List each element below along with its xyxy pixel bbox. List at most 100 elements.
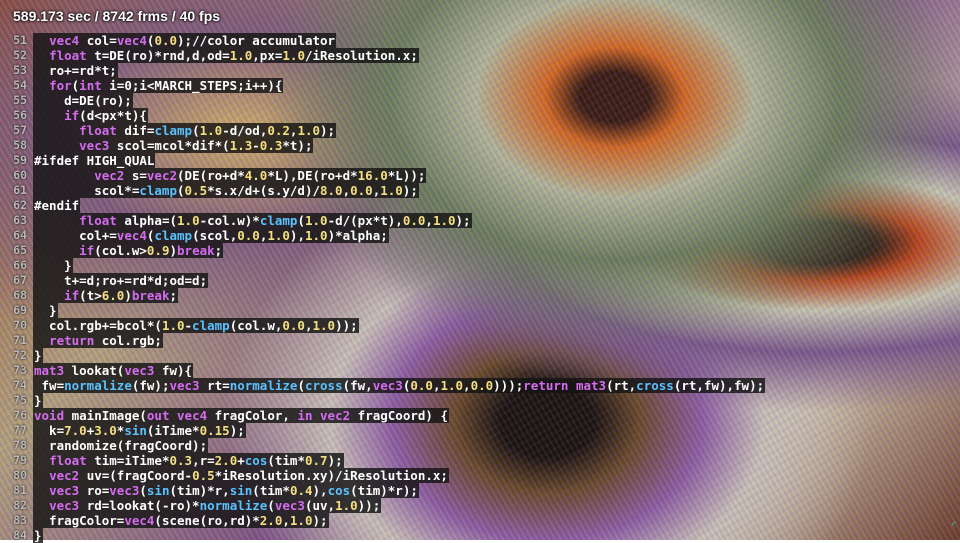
code-text[interactable]: col.rgb+=bcol*(1.0-clamp(col.w,0.0,1.0))… — [33, 318, 359, 333]
line-number: 56 — [13, 108, 27, 122]
resize-icon[interactable]: ◜ — [952, 519, 956, 532]
code-line[interactable]: 51 vec4 col=vec4(0.0);//color accumulato… — [0, 33, 960, 48]
line-number: 79 — [13, 453, 27, 467]
code-line[interactable]: 73 mat3 lookat(vec3 fw){ — [0, 363, 960, 378]
code-text[interactable]: fragColor=vec4(scene(ro,rd)*2.0,1.0); — [33, 513, 329, 528]
line-number: 71 — [13, 333, 27, 347]
code-text[interactable]: float alpha=(1.0-col.w)*clamp(1.0-d/(px*… — [33, 213, 472, 228]
frame-stats: 589.173 sec / 8742 frms / 40 fps — [13, 8, 221, 24]
code-text[interactable]: vec2 s=vec2(DE(ro+d*4.0*L),DE(ro+d*16.0*… — [33, 168, 427, 183]
code-text[interactable]: } — [33, 528, 43, 543]
code-line[interactable]: 64 col+=vec4(clamp(scol,0.0,1.0),1.0)*al… — [0, 228, 960, 243]
code-line[interactable]: 52 float t=DE(ro)*rnd,d,od=1.0,px=1.0/iR… — [0, 48, 960, 63]
code-text[interactable]: vec3 rd=lookat(-ro)*normalize(vec3(uv,1.… — [33, 498, 382, 513]
code-line[interactable]: 68 if(t>6.0)break; — [0, 288, 960, 303]
code-line[interactable]: 82 vec3 rd=lookat(-ro)*normalize(vec3(uv… — [0, 498, 960, 513]
code-line[interactable]: 69 } — [0, 303, 960, 318]
code-line[interactable]: 57 float dif=clamp(1.0-d/od,0.2,1.0); — [0, 123, 960, 138]
code-text[interactable]: if(t>6.0)break; — [33, 288, 179, 303]
code-text[interactable]: mat3 lookat(vec3 fw){ — [33, 363, 194, 378]
code-text[interactable]: float dif=clamp(1.0-d/od,0.2,1.0); — [33, 123, 337, 138]
line-number: 80 — [13, 468, 27, 482]
code-text[interactable]: #endif — [33, 198, 81, 213]
line-number: 82 — [13, 498, 27, 512]
code-line[interactable]: 84} — [0, 528, 960, 543]
code-line[interactable]: 78 randomize(fragCoord); — [0, 438, 960, 453]
code-line[interactable]: 61 scol*=clamp(0.5*s.x/d+(s.y/d)/8.0,0.0… — [0, 183, 960, 198]
line-number: 84 — [13, 528, 27, 542]
code-line[interactable]: 75} — [0, 393, 960, 408]
code-line[interactable]: 70 col.rgb+=bcol*(1.0-clamp(col.w,0.0,1.… — [0, 318, 960, 333]
line-number: 61 — [13, 183, 27, 197]
stats-bar: 589.173 sec / 8742 frms / 40 fps — [0, 0, 960, 34]
code-text[interactable]: for(int i=0;i<MARCH_STEPS;i++){ — [33, 78, 284, 93]
code-line[interactable]: 83 fragColor=vec4(scene(ro,rd)*2.0,1.0); — [0, 513, 960, 528]
code-text[interactable]: vec3 ro=vec3(sin(tim)*r,sin(tim*0.4),cos… — [33, 483, 419, 498]
code-line[interactable]: 81 vec3 ro=vec3(sin(tim)*r,sin(tim*0.4),… — [0, 483, 960, 498]
code-line[interactable]: 71 return col.rgb; — [0, 333, 960, 348]
code-line[interactable]: 72} — [0, 348, 960, 363]
code-text[interactable]: void mainImage(out vec4 fragColor, in ve… — [33, 408, 449, 423]
line-number: 68 — [13, 288, 27, 302]
code-line[interactable]: 53 ro+=rd*t; — [0, 63, 960, 78]
code-line[interactable]: 63 float alpha=(1.0-col.w)*clamp(1.0-d/(… — [0, 213, 960, 228]
line-number: 73 — [13, 363, 27, 377]
line-number: 55 — [13, 93, 27, 107]
line-number: 58 — [13, 138, 27, 152]
line-number: 81 — [13, 483, 27, 497]
code-text[interactable]: float tim=iTime*0.3,r=2.0+cos(tim*0.7); — [33, 453, 344, 468]
code-line[interactable]: 58 vec3 scol=mcol*dif*(1.3-0.3*t); — [0, 138, 960, 153]
code-text[interactable]: vec2 uv=(fragCoord-0.5*iResolution.xy)/i… — [33, 468, 449, 483]
line-number: 64 — [13, 228, 27, 242]
line-number: 76 — [13, 408, 27, 422]
line-number: 67 — [13, 273, 27, 287]
line-number: 83 — [13, 513, 27, 527]
code-line[interactable]: 77 k=7.0+3.0*sin(iTime*0.15); — [0, 423, 960, 438]
line-number: 62 — [13, 198, 27, 212]
code-line[interactable]: 67 t+=d;ro+=rd*d;od=d; — [0, 273, 960, 288]
line-number: 66 — [13, 258, 27, 272]
code-line[interactable]: 60 vec2 s=vec2(DE(ro+d*4.0*L),DE(ro+d*16… — [0, 168, 960, 183]
code-text[interactable]: vec4 col=vec4(0.0);//color accumulator — [33, 33, 337, 48]
code-editor[interactable]: 51 vec4 col=vec4(0.0);//color accumulato… — [0, 33, 960, 543]
code-text[interactable]: } — [33, 348, 43, 363]
code-line[interactable]: 65 if(col.w>0.9)break; — [0, 243, 960, 258]
line-number: 54 — [13, 78, 27, 92]
code-line[interactable]: 66 } — [0, 258, 960, 273]
code-text[interactable]: t+=d;ro+=rd*d;od=d; — [33, 273, 209, 288]
code-text[interactable]: scol*=clamp(0.5*s.x/d+(s.y/d)/8.0,0.0,1.… — [33, 183, 419, 198]
code-text[interactable]: if(d<px*t){ — [33, 108, 148, 123]
code-line[interactable]: 55 d=DE(ro); — [0, 93, 960, 108]
code-text[interactable]: k=7.0+3.0*sin(iTime*0.15); — [33, 423, 246, 438]
code-text[interactable]: float t=DE(ro)*rnd,d,od=1.0,px=1.0/iReso… — [33, 48, 419, 63]
code-line[interactable]: 74 fw=normalize(fw);vec3 rt=normalize(cr… — [0, 378, 960, 393]
code-line[interactable]: 59 #ifdef HIGH_QUAL — [0, 153, 960, 168]
line-number: 77 — [13, 423, 27, 437]
code-text[interactable]: } — [33, 303, 58, 318]
code-line[interactable]: 80 vec2 uv=(fragCoord-0.5*iResolution.xy… — [0, 468, 960, 483]
line-number: 75 — [13, 393, 27, 407]
line-number: 74 — [13, 378, 27, 392]
code-text[interactable]: } — [33, 393, 43, 408]
line-number: 72 — [13, 348, 27, 362]
code-line[interactable]: 56 if(d<px*t){ — [0, 108, 960, 123]
code-line[interactable]: 79 float tim=iTime*0.3,r=2.0+cos(tim*0.7… — [0, 453, 960, 468]
line-number: 63 — [13, 213, 27, 227]
code-line[interactable]: 54 for(int i=0;i<MARCH_STEPS;i++){ — [0, 78, 960, 93]
code-text[interactable]: fw=normalize(fw);vec3 rt=normalize(cross… — [33, 378, 766, 393]
code-text[interactable]: randomize(fragCoord); — [33, 438, 209, 453]
code-line[interactable]: 76 void mainImage(out vec4 fragColor, in … — [0, 408, 960, 423]
code-text[interactable]: #ifdef HIGH_QUAL — [33, 153, 156, 168]
line-number: 69 — [13, 303, 27, 317]
code-line[interactable]: 62 #endif — [0, 198, 960, 213]
code-text[interactable]: return col.rgb; — [33, 333, 163, 348]
line-number: 78 — [13, 438, 27, 452]
code-text[interactable]: col+=vec4(clamp(scol,0.0,1.0),1.0)*alpha… — [33, 228, 389, 243]
code-text[interactable]: d=DE(ro); — [33, 93, 133, 108]
code-text[interactable]: ro+=rd*t; — [33, 63, 118, 78]
code-text[interactable]: } — [33, 258, 73, 273]
code-text[interactable]: vec3 scol=mcol*dif*(1.3-0.3*t); — [33, 138, 314, 153]
line-number: 70 — [13, 318, 27, 332]
line-number: 51 — [13, 33, 27, 47]
code-text[interactable]: if(col.w>0.9)break; — [33, 243, 224, 258]
